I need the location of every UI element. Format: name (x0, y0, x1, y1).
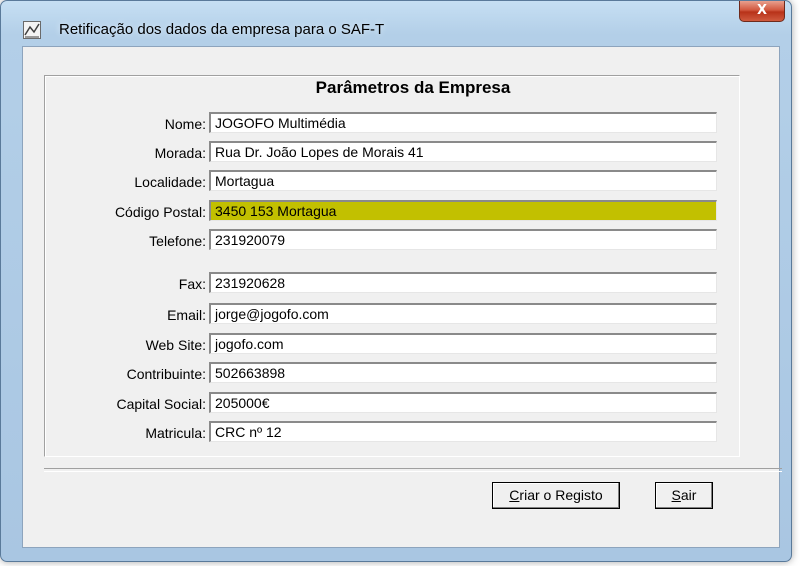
field-input-capital-social[interactable]: 205000€ (209, 392, 717, 413)
field-input-matricula[interactable]: CRC nº 12 (209, 421, 717, 442)
field-label-localidade: Localidade: (134, 174, 206, 190)
create-record-button[interactable]: Criar o Registo (492, 482, 620, 509)
field-label-matricula: Matricula: (145, 425, 206, 441)
window-title: Retificação dos dados da empresa para o … (59, 21, 385, 38)
field-label-fax: Fax: (178, 276, 206, 292)
field-label-codigo-postal: Código Postal: (114, 204, 206, 220)
create-record-label: riar o Registo (519, 487, 603, 503)
field-input-telefone[interactable]: 231920079 (209, 229, 717, 250)
field-input-localidade[interactable]: Mortagua (209, 170, 717, 191)
field-label-telefone: Telefone: (149, 233, 206, 249)
button-divider (44, 468, 782, 472)
exit-button[interactable]: Sair (655, 482, 713, 509)
title-bar[interactable]: Retificação dos dados da empresa para o … (1, 1, 791, 45)
field-label-contribuinte: Contribuinte: (126, 366, 206, 382)
field-input-web-site[interactable]: jogofo.com (209, 333, 717, 354)
field-input-codigo-postal[interactable]: 3450 153 Mortagua (209, 200, 717, 221)
exit-mnemonic: S (671, 487, 681, 503)
exit-label: air (680, 487, 697, 503)
close-icon: X (756, 3, 768, 18)
field-label-nome: Nome: (164, 116, 206, 132)
field-input-nome[interactable]: JOGOFO Multimédia (209, 112, 717, 133)
close-button[interactable]: X (739, 1, 785, 22)
field-input-contribuinte[interactable]: 502663898 (209, 362, 717, 383)
field-input-morada[interactable]: Rua Dr. João Lopes de Morais 41 (209, 141, 717, 162)
field-label-morada: Morada: (154, 145, 206, 161)
field-input-fax[interactable]: 231920628 (209, 272, 717, 293)
field-input-email[interactable]: jorge@jogofo.com (209, 303, 717, 324)
create-record-mnemonic: C (509, 487, 520, 503)
app-chart-icon (23, 21, 41, 39)
field-label-web-site: Web Site: (145, 337, 206, 353)
field-label-capital-social: Capital Social: (116, 396, 207, 412)
field-label-email: Email: (167, 307, 206, 323)
panel-title: Parâmetros da Empresa (315, 78, 511, 97)
